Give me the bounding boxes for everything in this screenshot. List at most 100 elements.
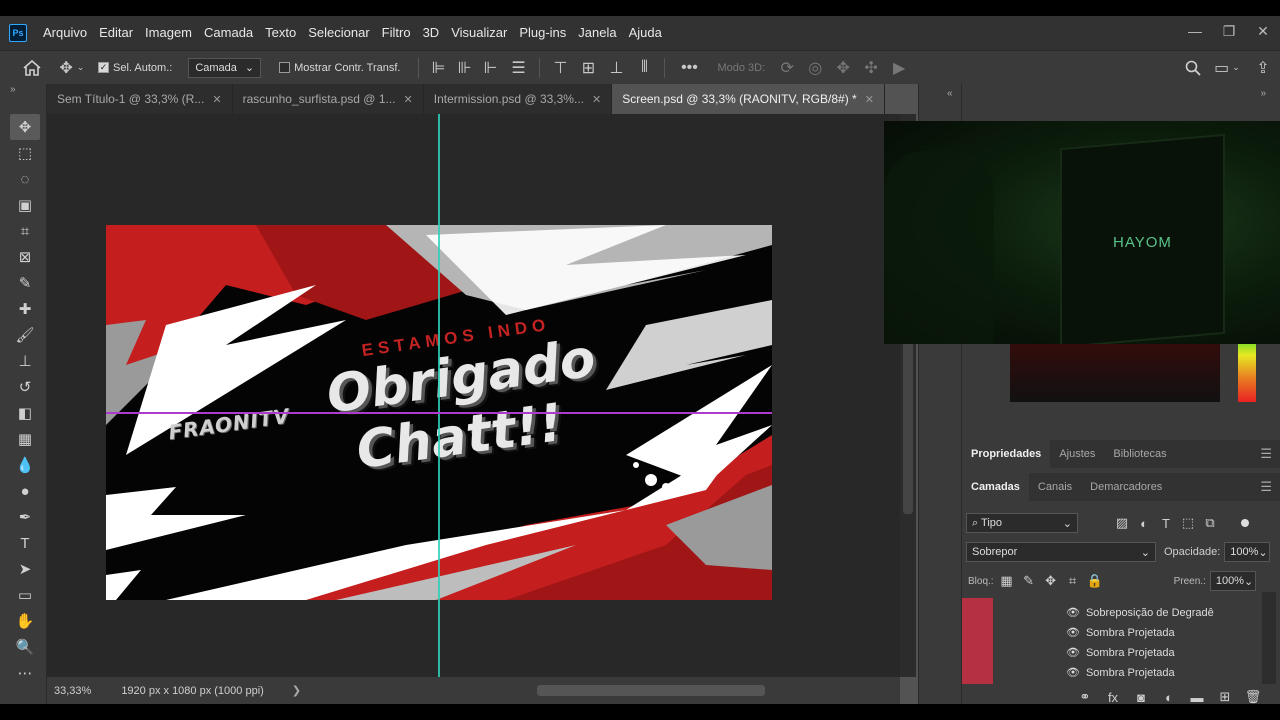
status-menu-arrow[interactable]: ❯ <box>292 684 301 697</box>
eyedropper-tool-icon[interactable]: ✎ <box>10 270 40 296</box>
canvas-horizontal-scrollbar[interactable] <box>537 685 765 696</box>
gradient-tool-icon[interactable]: ▦ <box>10 426 40 452</box>
menu-filtro[interactable]: Filtro <box>376 16 417 50</box>
link-layers-icon[interactable]: ⚭ <box>1074 689 1096 705</box>
filter-smart-object-icon[interactable]: ⧉ <box>1199 515 1221 531</box>
close-tab-icon[interactable]: ✕ <box>865 93 874 106</box>
frame-tool-icon[interactable]: ⊠ <box>10 244 40 270</box>
tab-demarcadores[interactable]: Demarcadores <box>1081 473 1171 501</box>
align-middle-icon[interactable]: ⊞ <box>574 58 602 78</box>
filter-pixel-icon[interactable]: ▨ <box>1111 515 1133 531</box>
panel-menu-icon[interactable]: ☰ <box>1260 479 1272 495</box>
roll-3d-icon[interactable]: ◎ <box>801 58 829 78</box>
zoom-level[interactable]: 33,33% <box>54 685 91 697</box>
menu-selecionar[interactable]: Selecionar <box>302 16 375 50</box>
zoom-tool-icon[interactable]: 🔍 <box>10 634 40 660</box>
align-center-icon[interactable]: ⊪ <box>451 58 477 78</box>
move-tool-preset-icon[interactable]: ✥ ⌄ <box>52 58 92 78</box>
lock-position-icon[interactable]: ✥ <box>1040 573 1062 589</box>
clone-stamp-tool-icon[interactable]: ⊥ <box>10 348 40 374</box>
new-group-icon[interactable]: ▬ <box>1186 690 1208 705</box>
search-icon[interactable] <box>1178 60 1208 76</box>
orbit-3d-icon[interactable]: ⟳ <box>773 58 801 78</box>
menu-camada[interactable]: Camada <box>198 16 259 50</box>
restore-button[interactable]: ❐ <box>1212 16 1246 46</box>
collapse-strip-icon[interactable]: « <box>919 84 961 99</box>
close-window-button[interactable]: ✕ <box>1246 16 1280 46</box>
distribute-horizontal-icon[interactable]: ☰ <box>503 58 533 78</box>
layer-effect-item[interactable]: 👁 Sombra Projetada <box>1066 626 1175 640</box>
lock-all-icon[interactable]: 🔒 <box>1084 573 1106 589</box>
crop-tool-icon[interactable]: ⌗ <box>10 218 40 244</box>
auto-select-target-dropdown[interactable]: Camada ⌄ <box>188 57 262 78</box>
drag-3d-icon[interactable]: ✥ <box>829 58 857 78</box>
eye-icon[interactable]: 👁 <box>1066 606 1080 619</box>
new-adjustment-layer-icon[interactable]: ◐ <box>1158 690 1180 705</box>
align-top-icon[interactable]: ⊤ <box>546 58 574 78</box>
close-tab-icon[interactable]: ✕ <box>592 93 601 106</box>
tab-screen[interactable]: Screen.psd @ 33,3% (RAONITV, RGB/8#) * ✕ <box>612 84 885 114</box>
panel-menu-icon[interactable]: ☰ <box>1260 446 1272 462</box>
brush-tool-icon[interactable]: 🖌 <box>10 322 40 348</box>
layers-scrollbar[interactable] <box>1262 592 1276 684</box>
menu-plugins[interactable]: Plug-ins <box>513 16 572 50</box>
fill-field[interactable]: 100% ⌄ <box>1209 571 1256 591</box>
layer-effect-item[interactable]: 👁 Sombra Projetada <box>1066 666 1175 680</box>
move-tool-icon[interactable]: ✥ <box>10 114 40 140</box>
dodge-tool-icon[interactable]: ● <box>10 478 40 504</box>
path-selection-tool-icon[interactable]: ➤ <box>10 556 40 582</box>
video-3d-icon[interactable]: ▶ <box>885 58 913 78</box>
new-layer-icon[interactable]: ⊞ <box>1214 689 1236 705</box>
marquee-tool-icon[interactable]: ⬚ <box>10 140 40 166</box>
menu-editar[interactable]: Editar <box>93 16 139 50</box>
scrollbar-thumb[interactable] <box>903 324 913 514</box>
more-tools-icon[interactable]: ⋯ <box>10 660 40 686</box>
object-selection-tool-icon[interactable]: ▣ <box>10 192 40 218</box>
tab-rascunho-surfista[interactable]: rascunho_surfista.psd @ 1... ✕ <box>233 84 424 114</box>
more-options-button[interactable]: ••• <box>671 59 707 77</box>
close-tab-icon[interactable]: ✕ <box>212 93 221 106</box>
menu-imagem[interactable]: Imagem <box>139 16 198 50</box>
auto-select-checkbox[interactable]: ✓ <box>98 62 109 73</box>
eye-icon[interactable]: 👁 <box>1066 666 1080 679</box>
lasso-tool-icon[interactable]: ◌ <box>10 166 40 192</box>
layer-effect-item[interactable]: 👁 Sombra Projetada <box>1066 646 1175 660</box>
menu-janela[interactable]: Janela <box>572 16 622 50</box>
layer-style-icon[interactable]: fx <box>1102 690 1124 705</box>
type-tool-icon[interactable]: T <box>10 530 40 556</box>
menu-visualizar[interactable]: Visualizar <box>445 16 513 50</box>
opacity-field[interactable]: 100% ⌄ <box>1224 542 1271 562</box>
slide-3d-icon[interactable]: ✣ <box>857 58 885 78</box>
tab-sem-titulo[interactable]: Sem Título-1 @ 33,3% (R... ✕ <box>47 84 233 114</box>
eraser-tool-icon[interactable]: ◧ <box>10 400 40 426</box>
menu-arquivo[interactable]: Arquivo <box>37 16 93 50</box>
distribute-vertical-icon[interactable]: ⫴ <box>630 59 658 77</box>
delete-layer-icon[interactable]: 🗑 <box>1242 689 1264 705</box>
menu-texto[interactable]: Texto <box>259 16 302 50</box>
canvas-area[interactable]: ESTAMOS INDO Obrigado Chatt!! FRAONITV <box>47 114 900 677</box>
filter-toggle-icon[interactable] <box>1241 519 1249 527</box>
show-transform-toggle[interactable]: Mostrar Contr. Transf. <box>279 62 400 74</box>
collapse-toolbar-icon[interactable]: » <box>0 84 46 114</box>
workspace-icon[interactable]: ▭ ⌄ <box>1208 58 1246 78</box>
blur-tool-icon[interactable]: 💧 <box>10 452 40 478</box>
history-brush-tool-icon[interactable]: ↺ <box>10 374 40 400</box>
healing-brush-tool-icon[interactable]: ✚ <box>10 296 40 322</box>
rectangle-tool-icon[interactable]: ▭ <box>10 582 40 608</box>
tab-propriedades[interactable]: Propriedades <box>962 440 1051 468</box>
tab-intermission[interactable]: Intermission.psd @ 33,3%... ✕ <box>424 84 613 114</box>
share-icon[interactable]: ⇪ <box>1246 58 1280 78</box>
add-mask-icon[interactable]: ◙ <box>1130 690 1152 705</box>
filter-adjustment-icon[interactable]: ◐ <box>1133 516 1155 531</box>
blend-mode-dropdown[interactable]: Sobrepor ⌄ <box>966 542 1156 562</box>
show-transform-checkbox[interactable] <box>279 62 291 73</box>
eye-icon[interactable]: 👁 <box>1066 626 1080 639</box>
minimize-button[interactable]: — <box>1178 16 1212 46</box>
lock-transparent-icon[interactable]: ▦ <box>996 573 1018 589</box>
menu-ajuda[interactable]: Ajuda <box>623 16 668 50</box>
vertical-guide[interactable] <box>438 114 440 677</box>
tab-ajustes[interactable]: Ajustes <box>1050 440 1104 468</box>
filter-type-icon[interactable]: T <box>1155 516 1177 531</box>
layer-effect-item[interactable]: 👁 Sobreposição de Degradê <box>1066 606 1214 620</box>
lock-pixels-icon[interactable]: ✎ <box>1018 573 1040 589</box>
